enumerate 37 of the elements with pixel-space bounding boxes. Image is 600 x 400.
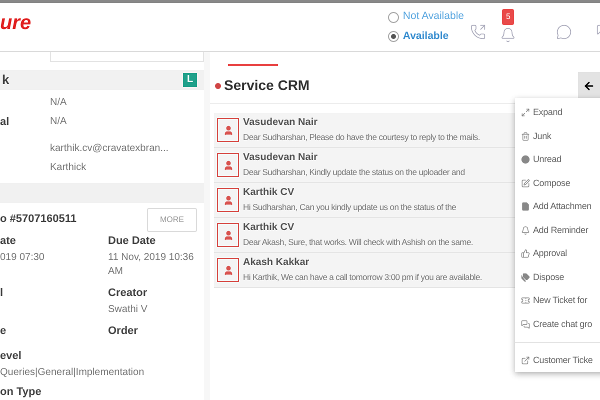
field-label: al bbox=[0, 116, 10, 128]
message-preview: Dear Sudharshan, Kindly update the status on the uploader and bbox=[243, 166, 465, 179]
field-label: Creator bbox=[108, 286, 148, 301]
conversation-title: Service CRM bbox=[224, 76, 310, 95]
ticket-number: o #5707160511 bbox=[0, 212, 76, 228]
field-value: karthik.cv@cravatexbran... bbox=[50, 142, 169, 156]
sender-name: Karthik CV bbox=[243, 221, 296, 235]
field-label: ate bbox=[0, 234, 17, 249]
message-preview: Dear Sudharshan, Please do have the courtesy to reply to the mails. bbox=[243, 131, 480, 144]
menu-item[interactable]: Customer Ticke bbox=[515, 349, 600, 372]
contact-name: k bbox=[2, 71, 10, 90]
notification-badge: 5 bbox=[502, 9, 514, 25]
field-value: 11 Nov, 2019 10:36 AM bbox=[108, 250, 195, 279]
lead-badge: L bbox=[183, 72, 197, 87]
field-value: N/A bbox=[50, 114, 67, 129]
message-preview: Hi Sudharshan, Can you kindly update us on the status of the bbox=[243, 201, 456, 214]
field-label: evel bbox=[0, 348, 22, 364]
field-label: on Type bbox=[0, 384, 42, 400]
sender-name: Karthik CV bbox=[243, 186, 296, 200]
availability-radio[interactable]: Available bbox=[388, 29, 464, 45]
field-value: N/A bbox=[50, 96, 67, 110]
sender-name: Vasudevan Nair bbox=[243, 151, 318, 165]
message-preview: Dear Akash, Sure, that works. Will check with Ashish on the same. bbox=[243, 236, 473, 249]
field-label: e bbox=[0, 324, 8, 339]
menu-item[interactable]: Create chat gro bbox=[515, 312, 600, 336]
field-value: 019 07:30 bbox=[0, 250, 46, 265]
field-value: Queries|General|Implementation bbox=[0, 366, 146, 380]
field-value: Swathi V bbox=[108, 302, 148, 317]
field-label: l bbox=[0, 286, 4, 301]
field-value: Karthick bbox=[50, 160, 86, 175]
sender-name: Vasudevan Nair bbox=[243, 116, 318, 130]
logo: ure bbox=[0, 11, 32, 36]
menu-item[interactable]: New Ticket for bbox=[515, 289, 600, 312]
message-preview: Hi Karthik, We can have a call tomorrow 3:00 pm if you are available. bbox=[243, 271, 482, 284]
sender-name: Akash Kakkar bbox=[243, 256, 310, 270]
field-label: Due Date bbox=[108, 234, 157, 249]
field-label: Order bbox=[108, 324, 139, 339]
